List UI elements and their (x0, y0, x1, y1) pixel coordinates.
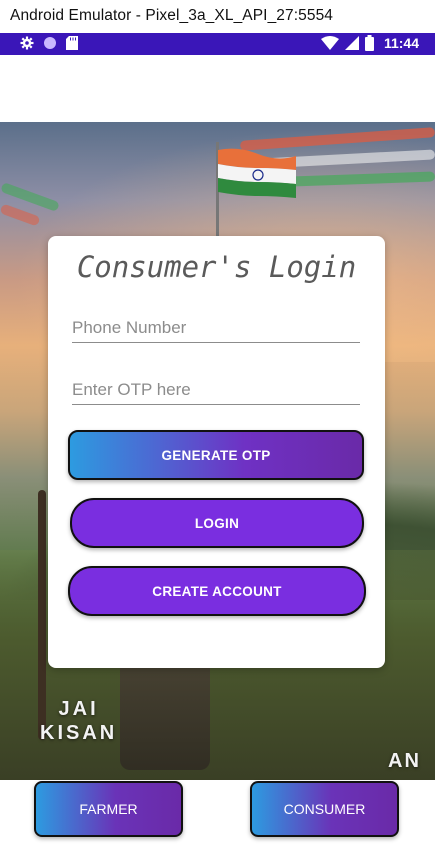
window-title: Android Emulator - Pixel_3a_XL_API_27:55… (10, 7, 334, 24)
status-time: 11:44 (383, 35, 419, 51)
wifi-icon (320, 36, 339, 50)
sd-card-icon (66, 36, 78, 50)
indian-flag-image (218, 148, 296, 198)
phone-number-field[interactable] (72, 302, 360, 343)
consumer-tab[interactable]: CONSUMER (250, 781, 399, 837)
background-caption-right: AN (388, 750, 421, 772)
farmer-tab[interactable]: FARMER (34, 781, 183, 837)
phone-number-input[interactable] (72, 318, 360, 338)
gear-icon (20, 36, 34, 50)
login-button[interactable]: LOGIN (70, 498, 364, 548)
create-account-button[interactable]: CREATE ACCOUNT (68, 566, 366, 616)
jai-kisan-caption: JAI KISAN (40, 698, 118, 744)
window-title-bar: Android Emulator - Pixel_3a_XL_API_27:55… (0, 0, 435, 34)
bottom-nav: FARMER CONSUMER (0, 780, 435, 851)
battery-icon (364, 35, 374, 51)
status-bar: 11:44 (0, 33, 435, 55)
signal-icon (344, 36, 359, 50)
consumer-login-card: Consumer's Login GENERATE OTP LOGIN CREA… (48, 236, 385, 668)
circle-icon (44, 37, 56, 49)
otp-field[interactable] (72, 364, 360, 405)
generate-otp-button[interactable]: GENERATE OTP (68, 430, 364, 480)
login-title: Consumer's Login (76, 250, 357, 284)
otp-input[interactable] (72, 380, 360, 400)
